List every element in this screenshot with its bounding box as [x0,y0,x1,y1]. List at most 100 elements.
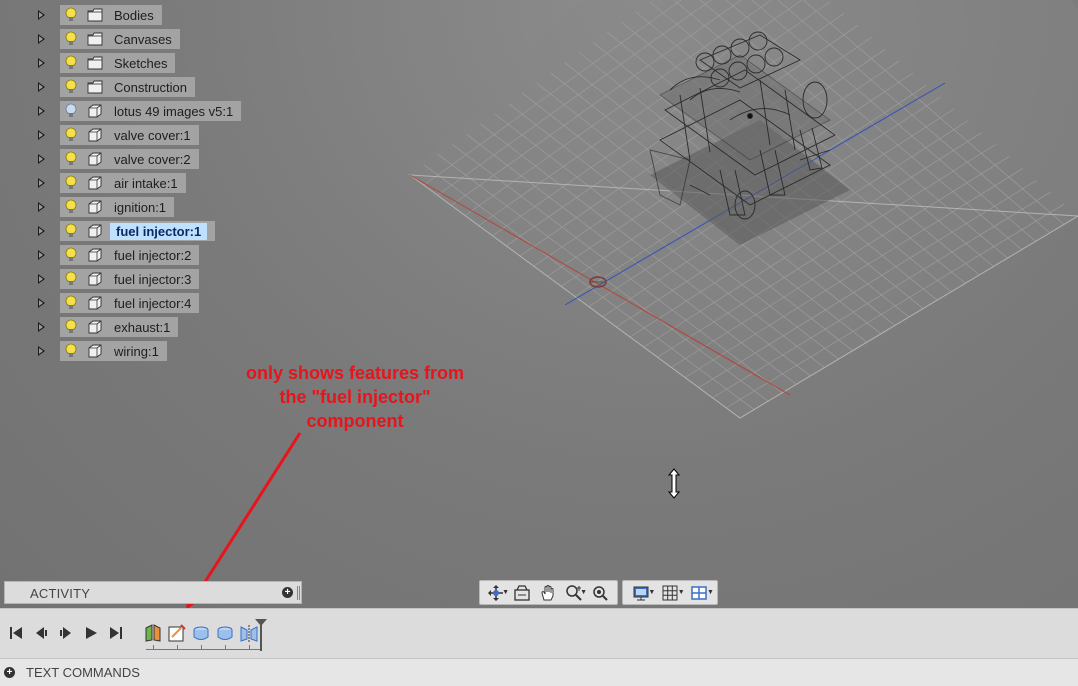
expand-arrow-icon[interactable] [38,226,45,236]
browser-node[interactable]: Bodies [0,2,300,26]
browser-node[interactable]: fuel injector:4 [0,290,300,314]
orbit-button[interactable]: ▼ [483,582,509,603]
go-to-start-icon [10,627,22,639]
browser-node-label: exhaust:1 [114,319,171,335]
browser-node-chip[interactable]: Bodies [60,5,162,25]
timeline-feature[interactable] [215,623,235,643]
browser-node-label: fuel injector:2 [114,247,192,263]
go-to-start-button[interactable] [6,623,26,643]
expand-arrow-icon[interactable] [38,10,45,20]
browser-node-chip[interactable]: valve cover:1 [60,125,199,145]
timeline-feature[interactable] [191,623,211,643]
step-forward-icon [60,627,71,639]
browser-node-chip[interactable]: wiring:1 [60,341,167,361]
timeline-feature[interactable] [143,623,163,643]
play-icon [86,627,97,639]
expand-arrow-icon[interactable] [38,178,45,188]
fit-button[interactable] [587,582,613,603]
browser-node-chip[interactable]: fuel injector:3 [60,269,200,289]
chevron-down-icon[interactable]: ▼ [648,589,655,596]
visibility-bulb-icon[interactable] [60,173,82,193]
text-commands-bar[interactable]: + TEXT COMMANDS [0,658,1078,686]
activity-panel[interactable]: ACTIVITY + [4,581,302,604]
browser-node-chip[interactable]: Construction [60,77,195,97]
visibility-bulb-icon[interactable] [60,125,82,145]
expand-arrow-icon[interactable] [38,130,45,140]
timeline-track[interactable] [146,647,262,650]
browser-node-label: Construction [114,79,187,95]
expand-arrow-icon[interactable] [38,274,45,284]
timeline-feature[interactable] [167,623,187,643]
browser-node-chip[interactable]: air intake:1 [60,173,186,193]
look-at-button[interactable] [509,582,535,603]
browser-node[interactable]: lotus 49 images v5:1 [0,98,300,122]
expand-arrow-icon[interactable] [38,106,45,116]
activity-grip-icon[interactable] [297,586,300,600]
zoom-button[interactable]: ▼ [561,582,587,603]
browser-node-chip[interactable]: lotus 49 images v5:1 [60,101,242,121]
sketch-feature-icon [168,624,186,642]
browser-node[interactable]: fuel injector:3 [0,266,300,290]
browser-node[interactable]: Sketches [0,50,300,74]
visibility-bulb-icon[interactable] [60,53,82,73]
browser-node-chip[interactable]: fuel injector:4 [60,293,200,313]
play-button[interactable] [56,623,76,643]
step-back-button[interactable] [31,623,51,643]
timeline-marker-icon[interactable] [255,619,267,651]
step-forward-button[interactable] [81,623,101,643]
visibility-bulb-icon[interactable] [60,221,82,241]
browser-node[interactable]: valve cover:2 [0,146,300,170]
browser-node[interactable]: Construction [0,74,300,98]
expand-arrow-icon[interactable] [38,250,45,260]
browser-node-chip[interactable]: fuel injector:1 [60,221,216,241]
visibility-bulb-icon[interactable] [60,149,82,169]
canvas-viewport[interactable]: Bodies Canvases Sketches Construction lotus … [0,0,1078,608]
visibility-bulb-icon[interactable] [60,29,82,49]
expand-arrow-icon[interactable] [38,298,45,308]
visibility-bulb-icon[interactable] [60,245,82,265]
expand-arrow-icon[interactable] [38,82,45,92]
browser-node-label: wiring:1 [114,343,159,359]
visibility-bulb-icon[interactable] [60,101,82,121]
expand-arrow-icon[interactable] [38,202,45,212]
expand-activity-icon[interactable]: + [282,587,293,598]
browser-node[interactable]: Canvases [0,26,300,50]
chevron-down-icon[interactable]: ▼ [678,589,685,596]
visibility-bulb-icon[interactable] [60,197,82,217]
expand-arrow-icon[interactable] [38,322,45,332]
browser-node-chip[interactable]: exhaust:1 [60,317,179,337]
go-to-end-button[interactable] [106,623,126,643]
visibility-bulb-icon[interactable] [60,317,82,337]
browser-node[interactable]: fuel injector:1 [0,218,300,242]
expand-arrow-icon[interactable] [38,58,45,68]
expand-arrow-icon[interactable] [38,346,45,356]
browser-node-chip[interactable]: valve cover:2 [60,149,199,169]
grid-settings-button[interactable]: ▼ [655,582,685,603]
browser-node-chip[interactable]: Sketches [60,53,176,73]
expand-arrow-icon[interactable] [38,34,45,44]
browser-node-chip[interactable]: Canvases [60,29,180,49]
browser-node[interactable]: fuel injector:2 [0,242,300,266]
visibility-bulb-icon[interactable] [60,341,82,361]
browser-node[interactable]: air intake:1 [0,170,300,194]
browser-node-chip[interactable]: ignition:1 [60,197,175,217]
expand-arrow-icon[interactable] [38,154,45,164]
browser-node-label: valve cover:1 [114,127,191,143]
visibility-bulb-icon[interactable] [60,293,82,313]
display-settings-button[interactable]: ▼ [626,582,655,603]
browser-node[interactable]: exhaust:1 [0,314,300,338]
browser-node-label: valve cover:2 [114,151,191,167]
visibility-bulb-icon[interactable] [60,5,82,25]
chevron-down-icon[interactable]: ▼ [707,589,714,596]
browser-node[interactable]: valve cover:1 [0,122,300,146]
browser-node-chip[interactable]: fuel injector:2 [60,245,200,265]
browser-node[interactable]: wiring:1 [0,338,300,362]
browser-node[interactable]: ignition:1 [0,194,300,218]
visibility-bulb-icon[interactable] [60,77,82,97]
chevron-down-icon[interactable]: ▼ [580,589,587,596]
visibility-bulb-icon[interactable] [60,269,82,289]
chevron-down-icon[interactable]: ▼ [502,589,509,596]
pan-button[interactable] [535,582,561,603]
viewports-button[interactable]: ▼ [685,582,714,603]
expand-text-commands-icon[interactable]: + [4,667,15,678]
